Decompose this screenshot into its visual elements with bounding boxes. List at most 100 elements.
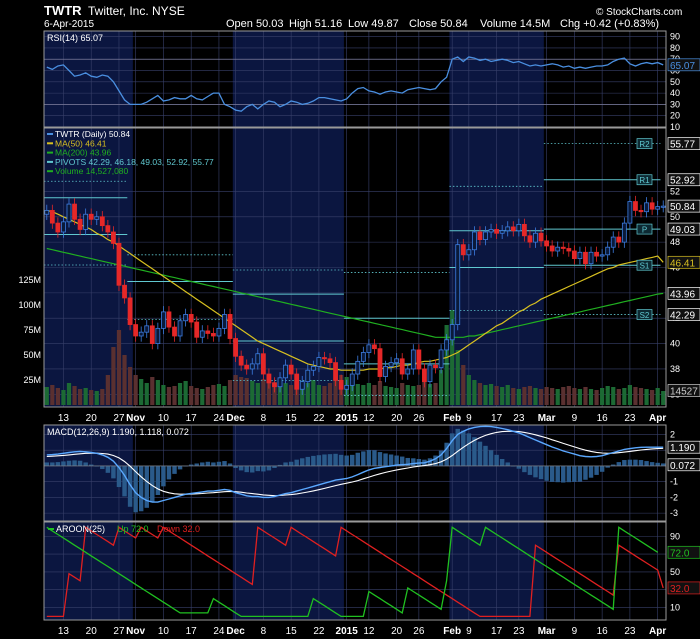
candle-body — [588, 251, 594, 265]
macd-histogram-bar — [244, 465, 249, 473]
candle-body — [538, 232, 544, 242]
candle-body — [633, 201, 638, 211]
candle-body — [594, 251, 599, 257]
x-axis-upper-tick-label: 15 — [286, 413, 298, 424]
macd-histogram-bar — [288, 461, 294, 466]
macd-histogram-bar — [633, 459, 638, 466]
candle-body — [644, 202, 649, 213]
x-axis-upper-tick-label: Feb — [443, 413, 461, 424]
volume-bar — [483, 385, 488, 405]
macd-histogram-bar — [344, 455, 349, 466]
macd-histogram-bar — [361, 451, 366, 466]
volume-bar — [627, 385, 633, 405]
candle-body — [155, 327, 161, 344]
volume-bar — [500, 387, 505, 405]
candle-body — [444, 339, 450, 351]
candle-body — [377, 348, 383, 377]
candle-body — [399, 358, 405, 375]
candle-body — [583, 251, 588, 265]
volume-bar — [139, 379, 144, 405]
candle-body — [660, 205, 666, 208]
candle-body — [616, 236, 622, 243]
macd-histogram-bar — [327, 454, 333, 466]
volume-bar — [438, 370, 444, 405]
volume-bar — [239, 377, 244, 405]
volume-bar — [83, 388, 88, 405]
volume-bar — [316, 385, 322, 405]
candle-body — [372, 344, 377, 350]
rsi-tick-label: 50 — [670, 77, 680, 87]
macd-histogram-bar — [638, 460, 644, 466]
pivot-tag-label: S1 — [640, 262, 650, 271]
x-axis-upper-tick-label: 26 — [413, 413, 425, 424]
volume-bar — [355, 384, 360, 405]
volume-bar — [89, 390, 94, 405]
chart-date: 6-Apr-2015 — [44, 19, 94, 30]
macd-histogram-bar — [588, 465, 594, 478]
volume-bar — [494, 386, 499, 405]
high-value: High 51.16 — [289, 18, 342, 30]
x-axis-upper-tick-label: 8 — [261, 413, 267, 424]
candle-body — [527, 235, 533, 243]
volume-bar — [200, 389, 205, 405]
pivot-tag-label: R1 — [639, 176, 650, 185]
x-axis-upper-tick-label: 2015 — [336, 413, 359, 424]
macd-histogram-bar — [122, 465, 127, 497]
volume-bar — [550, 388, 555, 405]
macd-histogram-bar — [216, 461, 222, 466]
candle-body — [627, 201, 633, 224]
macd-histogram-bar — [594, 465, 599, 475]
macd-histogram-bar — [555, 465, 560, 483]
volume-bar — [594, 390, 599, 405]
candle-body — [366, 344, 372, 353]
x-axis-lower-tick-label: 12 — [363, 626, 375, 637]
candle-body — [621, 222, 627, 243]
macd-month-band — [232, 425, 344, 521]
x-axis-lower-tick-label: 8 — [261, 626, 267, 637]
macd-histogram-bar — [105, 465, 111, 473]
candle-body — [205, 330, 211, 334]
x-axis-lower-tick-label: 17 — [186, 626, 198, 637]
candle-body — [310, 366, 316, 371]
volume-bar — [50, 385, 55, 405]
rsi-value-tag: 65.07 — [670, 61, 695, 72]
macd-histogram-bar — [561, 465, 566, 483]
macd-histogram-bar — [377, 452, 383, 466]
x-axis-lower-tick-label: Feb — [443, 626, 461, 637]
aroon-tick-label: 50 — [670, 567, 680, 577]
volume-bar — [583, 387, 588, 405]
macd-histogram-bar — [250, 465, 255, 473]
macd-histogram-bar — [72, 460, 77, 466]
macd-histogram-bar — [222, 461, 227, 466]
macd-histogram-bar — [616, 462, 622, 466]
candle-body — [560, 246, 566, 249]
macd-histogram-bar — [55, 462, 61, 466]
volume-bar — [416, 385, 421, 405]
x-axis-upper-tick-label: 22 — [313, 413, 325, 424]
candle-body — [544, 240, 549, 247]
macd-histogram-bar — [644, 461, 649, 466]
volume-value: Volume 14.5M — [480, 18, 550, 30]
volume-bar — [133, 375, 138, 405]
macd-histogram-bar — [533, 465, 538, 478]
macd-histogram-bar — [549, 465, 555, 482]
volume-bar — [527, 386, 533, 405]
volume-bar — [566, 386, 571, 405]
macd-histogram-bar — [599, 465, 605, 472]
pivot-tag-label: R2 — [639, 140, 650, 149]
x-axis-upper-tick-label: 17 — [491, 413, 503, 424]
macd-histogram-bar — [300, 458, 305, 466]
candle-body — [49, 210, 55, 224]
macd-histogram-bar — [538, 465, 544, 480]
candle-body — [277, 377, 283, 388]
candle-body — [288, 364, 294, 375]
volume-bar — [561, 387, 566, 405]
x-axis-upper-tick-label: 12 — [363, 413, 375, 424]
macd-histogram-bar — [311, 455, 316, 466]
macd-histogram-bar — [238, 465, 244, 471]
volume-bar — [650, 390, 655, 405]
macd-histogram-bar — [83, 462, 88, 466]
volume-bar — [372, 385, 377, 405]
candle-body — [466, 249, 472, 256]
macd-histogram-bar — [205, 461, 211, 466]
